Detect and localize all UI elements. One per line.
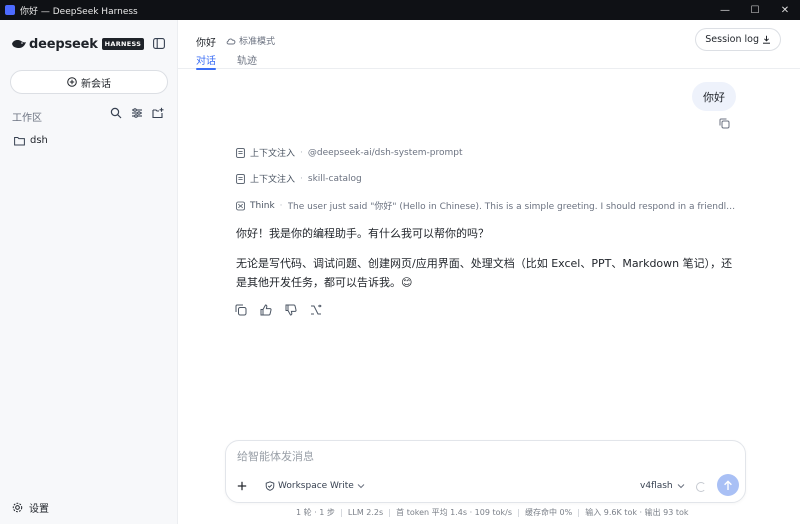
arrow-up-icon (724, 479, 732, 490)
sidebar: deepseek HARNESS 新会话 工作区 dsh 设置 (0, 20, 178, 524)
new-chat-label: 新会话 (81, 78, 111, 90)
copy-icon[interactable] (719, 118, 730, 129)
user-message-text: 你好 (703, 90, 725, 104)
shield-icon (265, 481, 275, 491)
cloud-icon (226, 38, 236, 45)
separator-dot: · (300, 173, 303, 184)
model-label: v4flash (640, 481, 673, 491)
copy-icon[interactable] (235, 304, 247, 316)
thumbs-down-icon[interactable] (285, 304, 297, 316)
document-icon (236, 147, 245, 158)
main-header: 你好 标准模式 对话 轨迹 Session log (178, 20, 800, 70)
sidebar-toggle-icon[interactable] (153, 38, 165, 49)
workspace-toolbar (110, 107, 164, 119)
thumbs-up-icon[interactable] (260, 304, 272, 316)
session-log-label: Session log (705, 34, 759, 45)
separator-dot: · (279, 200, 283, 211)
logo-text: deepseek (29, 36, 98, 52)
model-selector[interactable]: v4flash (640, 481, 685, 491)
logo-badge: HARNESS (101, 38, 145, 50)
app-icon (5, 5, 15, 15)
close-icon[interactable]: ✕ (770, 0, 800, 20)
window-title: 你好 — DeepSeek Harness (20, 6, 138, 17)
mode-indicator: 标准模式 (226, 34, 275, 47)
assistant-paragraph: 你好！我是你的编程助手。有什么我可以帮你的吗？ (236, 227, 489, 240)
user-message-bubble: 你好 (692, 82, 736, 111)
status-llm-time: LLM 2.2s (347, 508, 384, 517)
status-separator (518, 508, 520, 517)
download-icon (763, 35, 770, 44)
tab-trace[interactable]: 轨迹 (237, 52, 257, 67)
status-separator (389, 508, 391, 517)
plus-icon (237, 481, 247, 491)
status-bar: 1 轮 · 1 步 LLM 2.2s 首 token 平均 1.4s · 109… (296, 507, 689, 518)
chevron-down-icon (677, 484, 684, 489)
brain-icon (236, 201, 245, 210)
logo: deepseek HARNESS (11, 36, 171, 52)
branch-icon[interactable] (310, 304, 322, 316)
separator-dot: · (300, 147, 303, 158)
window-titlebar: 你好 — DeepSeek Harness — ☐ ✕ (0, 0, 800, 20)
loading-spinner-icon (696, 482, 706, 492)
session-log-button[interactable]: Session log (695, 28, 781, 51)
minimize-icon[interactable]: — (710, 0, 740, 20)
status-tokens: 输入 9.6K tok · 输出 93 tok (585, 508, 689, 517)
status-turns: 1 轮 · 1 步 (296, 508, 335, 517)
message-composer: Workspace Write v4flash (225, 440, 746, 503)
permission-mode-dropdown[interactable]: Workspace Write (265, 481, 368, 491)
document-icon (236, 173, 245, 184)
folder-item-dsh[interactable]: dsh (14, 135, 48, 146)
context-injection-label: 上下文注入 (250, 175, 296, 185)
settings-label: 设置 (29, 504, 49, 515)
message-input[interactable] (237, 450, 727, 463)
context-injection-value: skill-catalog (307, 173, 362, 184)
assistant-paragraph: 无论是写代码、调试问题、创建网页/应用界面、处理文档（比如 Excel、PPT、… (236, 257, 733, 289)
status-first-token: 首 token 平均 1.4s · 109 tok/s (396, 508, 513, 517)
whale-logo-icon (12, 40, 26, 48)
settings-button[interactable]: 设置 (12, 500, 49, 515)
search-icon[interactable] (110, 107, 122, 119)
workspace-label: 工作区 (12, 113, 42, 124)
gear-icon (12, 502, 23, 513)
attach-button[interactable] (234, 478, 250, 494)
new-chat-button[interactable]: 新会话 (10, 70, 168, 94)
filter-settings-icon[interactable] (131, 107, 143, 119)
status-separator (578, 508, 580, 517)
plus-circle-icon (67, 77, 77, 87)
context-injection-label: 上下文注入 (250, 149, 296, 159)
context-injection-value: @deepseek-ai/dsh-system-prompt (307, 147, 463, 158)
folder-icon (14, 136, 25, 145)
context-injection-item[interactable]: 上下文注入 · @deepseek-ai/dsh-system-prompt (236, 146, 463, 159)
send-button[interactable] (717, 474, 739, 496)
think-label: Think (250, 200, 275, 211)
chevron-down-icon (357, 484, 365, 489)
folder-label: dsh (30, 135, 48, 146)
think-block[interactable]: Think · The user just said "你好" (Hello i… (236, 199, 736, 212)
tab-chat[interactable]: 对话 (196, 52, 216, 70)
permission-mode-label: Workspace Write (278, 481, 354, 491)
maximize-icon[interactable]: ☐ (740, 0, 770, 20)
message-actions (235, 304, 322, 316)
conversation-title: 你好 (196, 38, 216, 49)
status-separator (340, 508, 342, 517)
think-text: The user just said "你好" (Hello in Chines… (287, 202, 736, 212)
context-injection-item[interactable]: 上下文注入 · skill-catalog (236, 172, 362, 185)
new-folder-icon[interactable] (152, 107, 164, 119)
status-cache: 缓存命中 0% (525, 508, 573, 517)
mode-label: 标准模式 (239, 37, 276, 47)
